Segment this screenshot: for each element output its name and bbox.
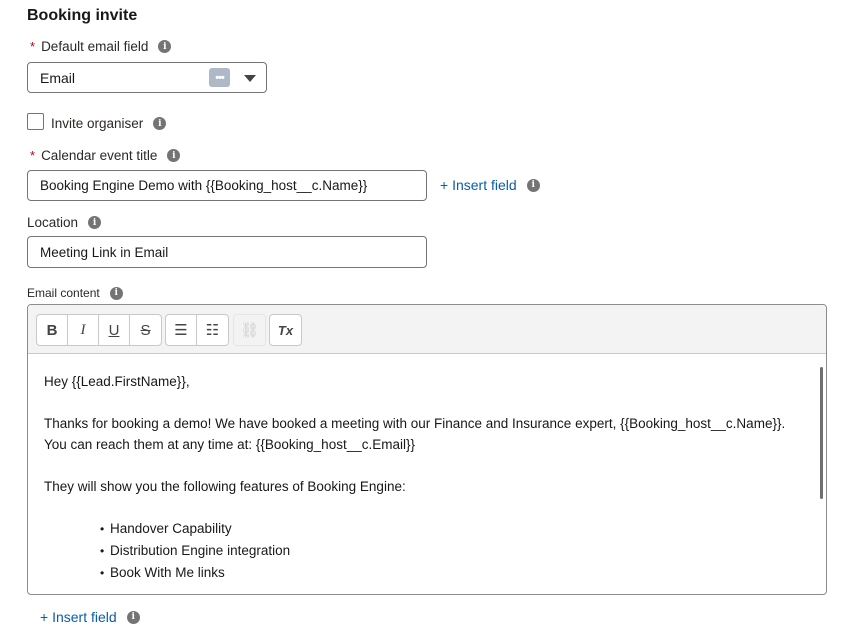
body-line: You can reach them at any time at: {{Boo… [44,437,415,452]
calendar-title-label: * Calendar event title i [30,148,181,163]
list-item: Distribution Engine integration [100,540,814,562]
calendar-title-input[interactable]: Booking Engine Demo with {{Booking_host_… [27,170,427,201]
editor-body[interactable]: Hey {{Lead.FirstName}}, Thanks for booki… [44,371,814,584]
greeting-line: Hey {{Lead.FirstName}}, [44,374,190,389]
invite-organiser-label-text: Invite organiser [51,116,144,131]
section-title: Booking invite [27,7,138,24]
underline-button[interactable]: U [99,315,130,345]
strikethrough-button[interactable]: S [130,315,161,345]
calendar-title-value: Booking Engine Demo with {{Booking_host_… [40,178,368,193]
insert-field-text[interactable]: + Insert field [440,177,517,193]
insert-field-text[interactable]: + Insert field [40,609,117,625]
clear-formatting-button[interactable]: Tx [270,315,301,345]
invite-organiser-checkbox[interactable] [27,113,44,130]
more-options-icon[interactable]: ••• [209,68,230,87]
info-icon[interactable]: i [167,149,181,162]
feature-list: Handover Capability Distribution Engine … [44,518,814,584]
required-marker: * [30,148,36,163]
list-item: Handover Capability [100,518,814,540]
numbered-list-button[interactable]: ☷ [197,315,228,345]
editor-scrollbar[interactable] [820,367,823,499]
body-line: They will show you the following feature… [44,479,406,494]
email-content-label-text: Email content [27,286,100,300]
email-content-editor[interactable]: B I U S ☰ ☷ ⛓ Tx Hey {{Lead.FirstName}},… [27,304,827,595]
bulleted-list-button[interactable]: ☰ [166,315,197,345]
location-label: Location i [27,215,102,230]
info-icon[interactable]: i [153,117,167,130]
body-line: Thanks for booking a demo! We have booke… [44,416,786,431]
list-group: ☰ ☷ [165,314,229,346]
email-insert-field-link[interactable]: + Insert field i [40,609,140,625]
link-group: ⛓ [233,314,266,346]
list-item: Book With Me links [100,562,814,584]
location-input[interactable]: Meeting Link in Email [27,236,427,268]
info-icon[interactable]: i [126,610,140,624]
default-email-label-text: Default email field [41,39,149,54]
email-content-label: Email content i [27,286,123,300]
default-email-label: * Default email field i [30,39,172,54]
clear-group: Tx [269,314,302,346]
required-marker: * [30,39,36,54]
format-group: B I U S [36,314,162,346]
italic-button[interactable]: I [68,315,99,345]
invite-organiser-label: Invite organiser i [51,116,167,131]
bold-button[interactable]: B [37,315,68,345]
info-icon[interactable]: i [88,216,102,229]
calendar-title-label-text: Calendar event title [41,148,158,163]
calendar-insert-field-link[interactable]: + Insert field i [440,177,540,193]
info-icon[interactable]: i [109,286,123,300]
default-email-value: Email [40,69,76,86]
default-email-select[interactable]: Email ••• [27,62,267,93]
editor-toolbar: B I U S ☰ ☷ ⛓ Tx [28,305,826,354]
info-icon[interactable]: i [158,40,172,53]
location-label-text: Location [27,215,79,230]
chevron-down-icon[interactable] [244,75,256,82]
link-icon[interactable]: ⛓ [234,315,265,345]
info-icon[interactable]: i [526,178,540,192]
location-value: Meeting Link in Email [40,244,169,260]
